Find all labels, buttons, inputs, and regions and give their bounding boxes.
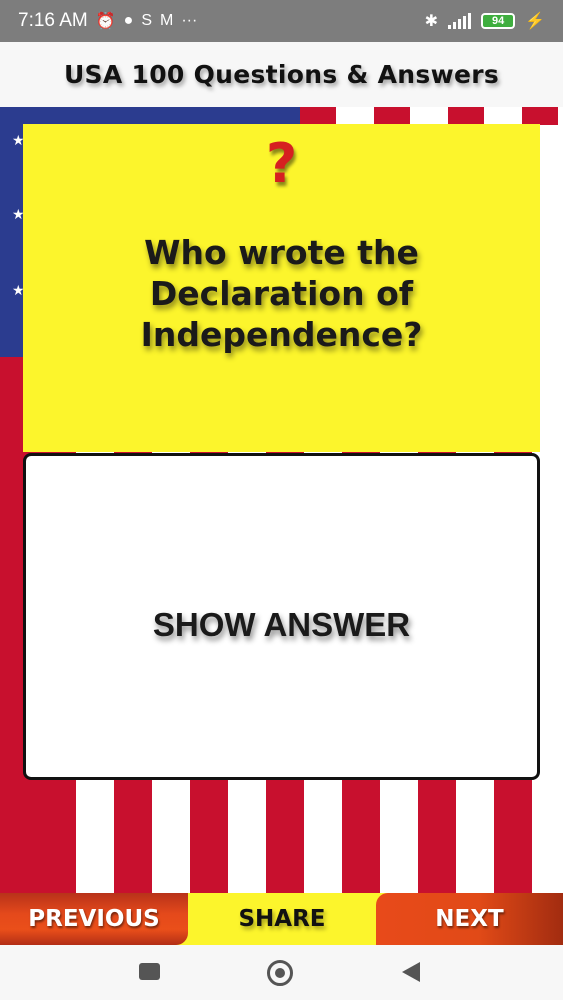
status-time: 7:16 AM — [18, 10, 88, 31]
app-header: USA 100 Questions & Answers — [0, 42, 563, 107]
back-icon[interactable] — [402, 962, 420, 982]
next-button[interactable]: NEXT — [376, 893, 563, 945]
flag-top-stripes — [300, 107, 563, 125]
bluetooth-icon: ✱ — [424, 13, 439, 30]
question-card: ? Who wrote the Declaration of Independe… — [23, 124, 540, 452]
chat-bubble-icon: ● — [123, 12, 134, 29]
signal-icon — [448, 13, 472, 29]
mail-icon: M — [159, 12, 174, 29]
show-answer-label: SHOW ANSWER — [152, 605, 411, 643]
status-right: ✱ 94 ⚡ — [425, 11, 545, 31]
share-button[interactable]: SHARE — [188, 893, 376, 945]
status-bar: 7:16 AM ⏰ ● S M ··· ✱ 94 ⚡ — [0, 0, 563, 42]
s-app-icon: S — [141, 12, 152, 29]
charging-icon: ⚡ — [525, 13, 545, 30]
more-dots-icon: ··· — [181, 12, 198, 29]
question-mark-icon: ? — [265, 132, 298, 195]
show-answer-button[interactable]: SHOW ANSWER — [23, 453, 540, 780]
alarm-icon: ⏰ — [95, 13, 116, 30]
battery-icon: 94 — [481, 13, 516, 29]
previous-button[interactable]: PREVIOUS — [0, 893, 188, 945]
recent-apps-icon[interactable] — [139, 963, 160, 980]
button-bar: PREVIOUS SHARE NEXT — [0, 893, 563, 945]
home-icon[interactable] — [267, 960, 293, 986]
page-title: USA 100 Questions & Answers — [63, 60, 500, 89]
status-left: 7:16 AM ⏰ ● S M ··· — [18, 10, 197, 32]
question-text: Who wrote the Declaration of Independenc… — [140, 233, 423, 354]
system-nav-bar — [0, 945, 563, 1000]
